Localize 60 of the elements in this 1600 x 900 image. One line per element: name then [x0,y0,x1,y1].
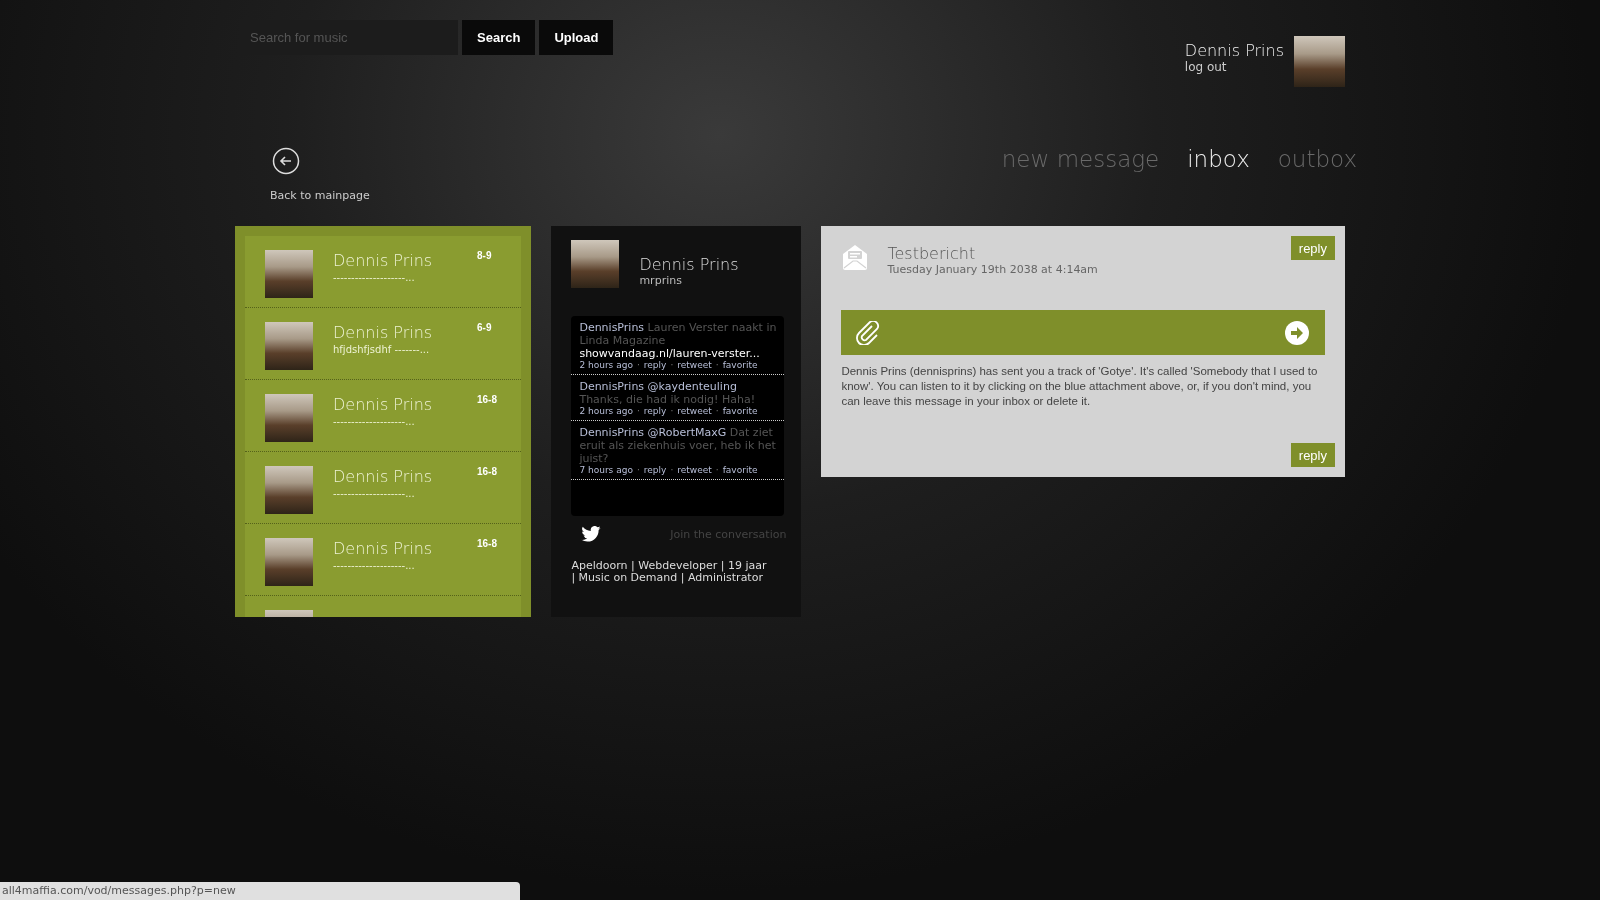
message-preview: hfjdshfjsdhf -------... [333,344,431,356]
toolbar-button[interactable]: Search [462,20,536,55]
tweet-time: 2 hours ago [579,406,633,416]
separator-dot: · [636,360,640,370]
message-title: Testbericht [887,245,977,263]
toolbar-button[interactable]: Upload [539,20,614,55]
tweet-link[interactable]: showvandaag.nl/lauren-verster... [579,347,777,360]
tweet-action-link[interactable]: favorite [722,465,758,475]
reply-button[interactable]: reply [1290,443,1335,467]
tweet-text: DennisPrins @kaydenteuling Thanks, die had ik nodig! Haha! [579,380,757,406]
separator-dot: · [670,360,674,370]
tweet-action-link[interactable]: retweet [677,465,712,475]
sender-name: Dennis Prins [333,250,434,272]
message-date: 6-9 [477,322,492,333]
sender-name: Dennis Prins [333,394,434,416]
tweet-text: DennisPrins @RobertMaxG Dat ziet eruit als ziekenhuis voer, heb ik het juist? [579,426,777,465]
separator-dot: · [715,360,719,370]
message-date: 16-8 [477,394,497,405]
message-date: 16-8 [477,538,497,549]
tweet-action-link[interactable]: retweet [677,360,712,370]
separator-dot: · [636,465,640,475]
tweet-action-link[interactable]: reply [643,360,667,370]
profile-handle: mrprins [639,274,683,287]
tweet-action-link[interactable]: favorite [722,360,758,370]
message-preview: --------------------... [333,560,416,572]
tweet-action-link[interactable]: reply [643,406,667,416]
envelope-icon [841,244,870,270]
tweet-text: DennisPrins Lauren Verster naakt in Linda Magazine [579,321,777,347]
sender-name: Dennis Prins [333,466,434,488]
status-bar: all4maffia.com/vod/messages.php?p=new [0,882,520,900]
message-date: 8-9 [477,250,492,261]
tab[interactable]: inbox [1187,146,1250,172]
message-date: 16-8 [477,466,497,477]
attachment-bar[interactable] [841,310,1325,355]
profile-bio: Apeldoorn | Webdeveloper | 19 jaar | Music on Demand | Administrator [571,560,768,584]
tweet-action-link[interactable]: favorite [722,406,758,416]
message-body: Dennis Prins (dennisprins) has sent you a track of 'Gotye'. It's called 'Somebody that I used to know'. You can listen to it by clicking on the blue attachment above, or, if you don't mind, you can leave this message in your inbox or delete it. [841,364,1319,409]
message-preview: --------------------... [333,416,416,428]
sender-name: Dennis Prins [333,538,434,560]
message-preview: --------------------... [333,272,416,284]
separator-dot: · [670,465,674,475]
arrow-circle-icon[interactable] [1285,320,1309,345]
message-date: Tuesday January 19th 2038 at 4:14am [887,263,1099,276]
reply-button[interactable]: reply [1290,236,1335,260]
separator-dot: · [715,465,719,475]
tweet-action-link[interactable]: reply [643,465,667,475]
paperclip-icon [855,320,882,345]
message-preview: --------------------... [333,488,416,500]
logout-link[interactable]: log out [1184,60,1284,74]
sender-name: Dennis Prins [333,322,434,344]
back-link[interactable]: Back to mainpage [270,189,370,202]
tweet-action-link[interactable]: retweet [677,406,712,416]
separator-dot: · [715,406,719,416]
bird-icon[interactable] [581,526,602,542]
profile-name: Dennis Prins [639,256,739,274]
separator-dot: · [636,406,640,416]
separator-dot: · [670,406,674,416]
tweet-time: 2 hours ago [579,360,633,370]
user-name: Dennis Prins [1184,42,1284,60]
tweet-time: 7 hours ago [579,465,633,475]
